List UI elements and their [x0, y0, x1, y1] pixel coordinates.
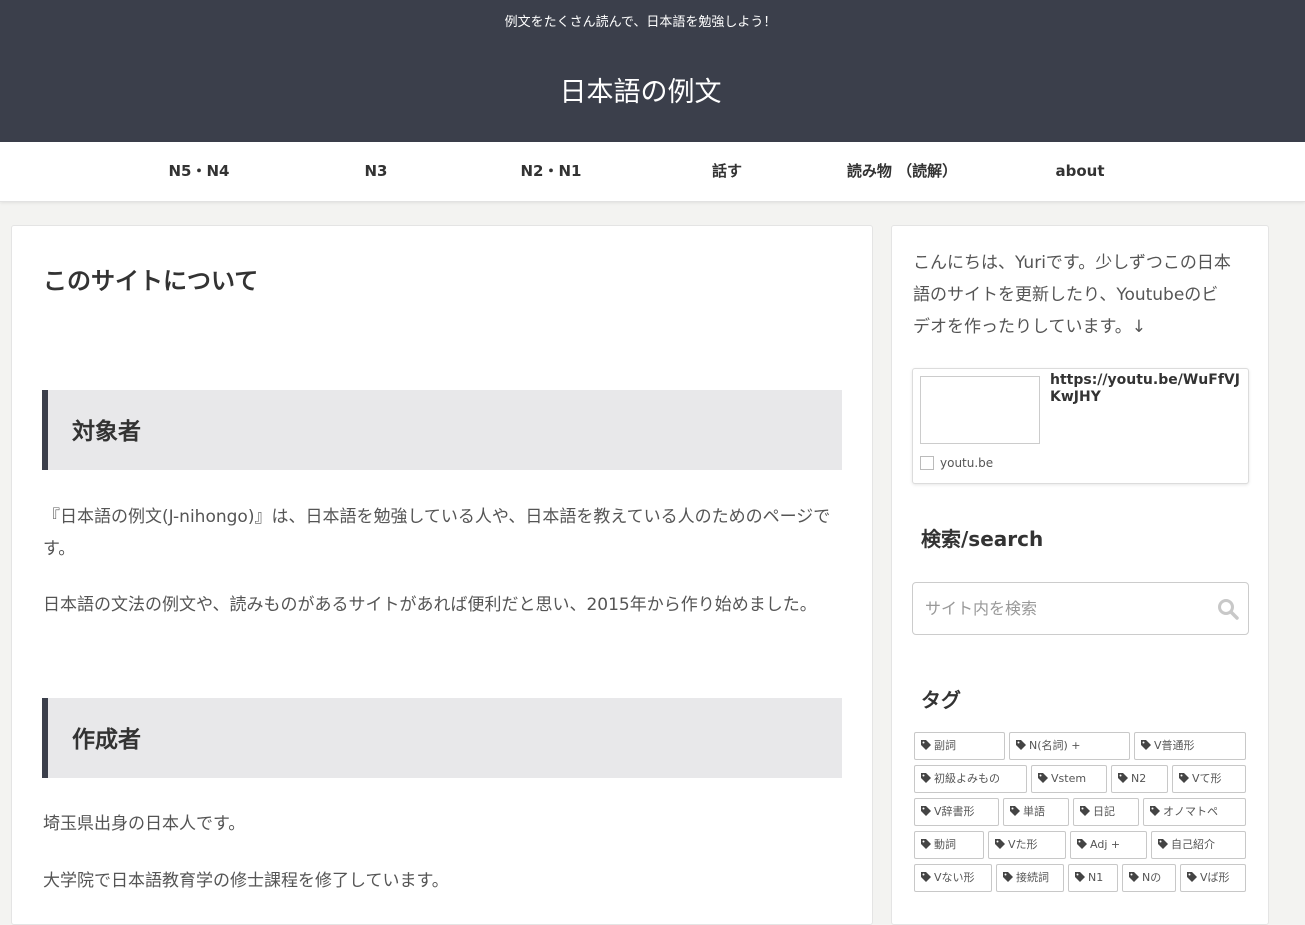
nav-item-about[interactable]: about	[992, 142, 1168, 202]
nav-item-n5-n4[interactable]: N5・N4	[111, 142, 287, 202]
tag-link[interactable]: Vた形	[988, 831, 1066, 859]
tag-icon	[995, 839, 1005, 849]
tags-heading: タグ	[921, 688, 961, 712]
tag-icon	[1075, 872, 1085, 882]
tag-icon	[921, 839, 931, 849]
tag-icon	[1150, 806, 1160, 816]
global-nav: N5・N4 N3 N2・N1 話す 読み物 （読解） about	[0, 142, 1305, 202]
tag-link[interactable]: V普通形	[1134, 732, 1246, 760]
tag-link[interactable]: Vない形	[914, 864, 992, 892]
site-header: 例文をたくさん読んで、日本語を勉強しよう！ 日本語の例文	[0, 0, 1305, 142]
paragraph: 埼玉県出身の日本人です。	[43, 814, 246, 834]
tag-icon	[1141, 740, 1151, 750]
tag-link[interactable]: 日記	[1073, 798, 1139, 826]
youtube-link[interactable]: https://youtu.be/WuFfVJKwJHY	[1050, 372, 1242, 406]
paragraph: 日本語の文法の例文や、読みものがあるサイトがあれば便利だと思い、2015年から作…	[43, 595, 817, 615]
tag-link[interactable]: 単語	[1003, 798, 1069, 826]
tag-icon	[1179, 773, 1189, 783]
nav-item-n3[interactable]: N3	[288, 142, 464, 202]
tag-link[interactable]: 接続詞	[996, 864, 1064, 892]
sidebar-intro: こんにちは、Yuriです。少しずつこの日本語のサイトを更新したり、Youtube…	[913, 253, 1231, 337]
youtube-link-card[interactable]: https://youtu.be/WuFfVJKwJHY youtu.be	[912, 368, 1249, 484]
tag-link[interactable]: 動詞	[914, 831, 984, 859]
tag-icon	[1129, 872, 1139, 882]
tag-icon	[921, 740, 931, 750]
video-thumbnail[interactable]	[920, 376, 1040, 444]
nav-item-reading[interactable]: 読み物 （読解）	[814, 142, 990, 202]
tag-link[interactable]: オノマトペ	[1143, 798, 1246, 826]
search-form	[912, 582, 1249, 635]
tag-icon	[1077, 839, 1087, 849]
tag-link[interactable]: Vて形	[1172, 765, 1246, 793]
tag-icon	[1080, 806, 1090, 816]
tag-icon	[1016, 740, 1026, 750]
tag-icon	[921, 806, 931, 816]
tag-link[interactable]: Adj +	[1070, 831, 1147, 859]
tag-icon	[1118, 773, 1128, 783]
section-heading-text: 作成者	[72, 727, 141, 753]
section-heading-text: 対象者	[72, 419, 141, 445]
tag-link[interactable]: 副詞	[914, 732, 1005, 760]
paragraph: 『日本語の例文(J-nihongo)』は、日本語を勉強している人や、日本語を教え…	[43, 507, 831, 559]
tag-link[interactable]: N2	[1111, 765, 1168, 793]
sidebar: こんにちは、Yuriです。少しずつこの日本語のサイトを更新したり、Youtube…	[891, 225, 1269, 925]
search-heading: 検索/search	[921, 527, 1044, 551]
link-domain: youtu.be	[940, 456, 994, 470]
tag-link[interactable]: Nの	[1122, 864, 1176, 892]
tag-icon	[921, 773, 931, 783]
section-heading-target: 対象者	[42, 390, 842, 470]
tag-link[interactable]: N1	[1068, 864, 1118, 892]
tag-icon	[921, 872, 931, 882]
tag-icon	[1038, 773, 1048, 783]
page-title: このサイトについて	[43, 267, 259, 295]
tag-link[interactable]: N(名詞) +	[1009, 732, 1130, 760]
tag-link[interactable]: Vstem	[1031, 765, 1107, 793]
favicon-icon	[920, 456, 934, 470]
tag-icon	[1003, 872, 1013, 882]
tag-link[interactable]: V辞書形	[914, 798, 999, 826]
tag-icon	[1187, 872, 1197, 882]
site-title[interactable]: 日本語の例文	[0, 70, 1281, 109]
search-icon[interactable]	[1216, 597, 1240, 621]
site-tagline: 例文をたくさん読んで、日本語を勉強しよう！	[504, 15, 777, 30]
nav-item-n2-n1[interactable]: N2・N1	[463, 142, 639, 202]
tag-icon	[1158, 839, 1168, 849]
section-heading-author: 作成者	[42, 698, 842, 778]
search-input[interactable]	[914, 584, 1204, 633]
tag-icon	[1010, 806, 1020, 816]
nav-item-speaking[interactable]: 話す	[639, 142, 815, 202]
tag-link[interactable]: 自己紹介	[1151, 831, 1246, 859]
main-content: このサイトについて 対象者 『日本語の例文(J-nihongo)』は、日本語を勉…	[11, 225, 873, 925]
tag-link[interactable]: Vば形	[1180, 864, 1246, 892]
tag-link[interactable]: 初級よみもの	[914, 765, 1027, 793]
paragraph: 大学院で日本語教育学の修士課程を修了しています。	[43, 871, 449, 891]
